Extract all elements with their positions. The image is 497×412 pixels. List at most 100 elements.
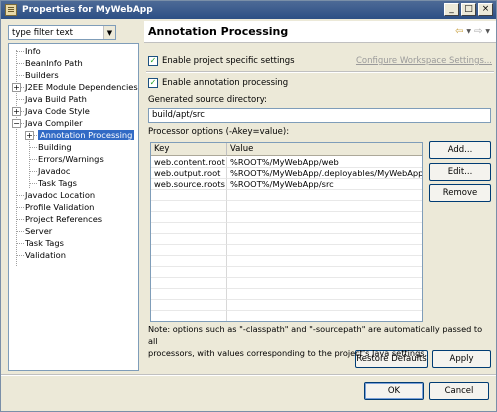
add-button[interactable]: Add...: [429, 141, 491, 159]
expand-icon[interactable]: +: [25, 131, 34, 140]
cell-value: [227, 289, 422, 300]
table-row[interactable]: web.source.roots %ROOT%/MyWebApp/src: [151, 179, 422, 190]
configure-workspace-link[interactable]: Configure Workspace Settings...: [356, 56, 492, 66]
cell-key: web.output.root: [151, 168, 227, 179]
sidebar-item[interactable]: Javadoc: [38, 165, 70, 177]
sidebar-item-label: Javadoc: [38, 166, 71, 176]
cell-value: [227, 234, 422, 245]
sidebar-item[interactable]: Validation: [25, 249, 66, 261]
cell-key: [151, 212, 227, 223]
enable-annotation-checkbox[interactable]: ✓: [148, 78, 158, 88]
sidebar-item[interactable]: Building: [38, 141, 72, 153]
sidebar-item[interactable]: Profile Validation: [25, 201, 94, 213]
cell-value: [227, 201, 422, 212]
expand-icon[interactable]: +: [12, 83, 21, 92]
sidebar-item[interactable]: Info: [25, 45, 41, 57]
filter-combo[interactable]: type filter text ▼: [8, 25, 116, 40]
cell-key: [151, 289, 227, 300]
back-arrow-icon[interactable]: ⇦: [455, 26, 463, 37]
sidebar-item[interactable]: Task Tags: [25, 237, 64, 249]
cell-key: web.content.root: [151, 157, 227, 168]
sidebar-item[interactable]: Project References: [25, 213, 102, 225]
sidebar-item-label: Building: [38, 142, 72, 152]
table-row: [151, 212, 422, 223]
cell-value: [227, 256, 422, 267]
ok-button[interactable]: OK: [364, 382, 424, 400]
note-text: Note: options such as "-classpath" and "…: [148, 323, 494, 359]
chevron-down-icon[interactable]: ▼: [485, 28, 490, 35]
expand-icon[interactable]: +: [12, 107, 21, 116]
sidebar-item-label: Annotation Processing: [38, 130, 135, 140]
property-tree[interactable]: Info BeanInfo Path Builders + J2EE Module De…: [8, 43, 139, 371]
maximize-button[interactable]: □: [461, 3, 476, 16]
sidebar-item[interactable]: Annotation Processing: [38, 129, 135, 141]
cell-value: [227, 300, 422, 311]
column-header-value[interactable]: Value: [227, 143, 422, 156]
sidebar-item[interactable]: Java Compiler: [25, 117, 83, 129]
table-row[interactable]: web.output.root %ROOT%/MyWebApp/.deployab…: [151, 168, 422, 179]
sidebar-item-label: Task Tags: [25, 238, 64, 248]
sidebar-item[interactable]: Java Build Path: [25, 93, 87, 105]
title-bar[interactable]: Properties for MyWebApp _ □ ×: [1, 1, 496, 19]
remove-button[interactable]: Remove: [429, 184, 491, 202]
cell-value: [227, 212, 422, 223]
sidebar-item[interactable]: Errors/Warnings: [38, 153, 104, 165]
table-row: [151, 234, 422, 245]
enable-project-settings-checkbox[interactable]: ✓: [148, 56, 158, 66]
note-line-1: Note: options such as "-classpath" and "…: [148, 324, 483, 346]
cell-value: [227, 267, 422, 278]
cell-value: %ROOT%/MyWebApp/.deployables/MyWebApp: [227, 168, 422, 179]
sidebar-item[interactable]: J2EE Module Dependencies: [25, 81, 138, 93]
close-button[interactable]: ×: [478, 3, 493, 16]
page-title: Annotation Processing: [148, 25, 289, 38]
sidebar-item-label: BeanInfo Path: [25, 58, 83, 68]
sidebar-item[interactable]: Builders: [25, 69, 59, 81]
edit-button[interactable]: Edit...: [429, 163, 491, 181]
cell-key: [151, 245, 227, 256]
cell-key: [151, 201, 227, 212]
sidebar-item[interactable]: Task Tags: [38, 177, 77, 189]
cell-key: [151, 267, 227, 278]
forward-arrow-icon[interactable]: ⇨: [474, 26, 482, 37]
table-row: [151, 300, 422, 311]
table-row: [151, 267, 422, 278]
cancel-button[interactable]: Cancel: [429, 382, 489, 400]
generated-dir-input[interactable]: build/apt/src: [148, 108, 491, 123]
enable-project-settings-label: Enable project specific settings: [162, 56, 295, 66]
sidebar-item-label: Java Compiler: [25, 118, 83, 128]
tree-connector: [30, 171, 37, 172]
chevron-down-icon[interactable]: ▼: [466, 28, 471, 35]
sidebar-item-label: Validation: [25, 250, 66, 260]
tree-connector: [17, 99, 24, 100]
tree-guide-line-child: [29, 134, 30, 188]
tree-connector: [17, 231, 24, 232]
minimize-button[interactable]: _: [444, 3, 459, 16]
cell-value: %ROOT%/MyWebApp/src: [227, 179, 422, 190]
table-row: [151, 278, 422, 289]
tree-connector: [17, 207, 24, 208]
tree-connector: [17, 51, 24, 52]
properties-dialog: Properties for MyWebApp _ □ × type filte…: [0, 0, 497, 412]
cell-key: [151, 223, 227, 234]
cell-key: web.source.roots: [151, 179, 227, 190]
tree-connector: [17, 255, 24, 256]
tree-connector: [17, 63, 24, 64]
cell-value: [227, 190, 422, 201]
cell-key: [151, 256, 227, 267]
sidebar-item-label: J2EE Module Dependencies: [25, 82, 138, 92]
tree-connector: [30, 183, 37, 184]
sidebar-item[interactable]: Java Code Style: [25, 105, 90, 117]
sidebar-item[interactable]: Javadoc Location: [25, 189, 95, 201]
processor-options-table[interactable]: Key Value web.content.root %ROOT%/MyWebAp…: [150, 142, 423, 322]
chevron-down-icon[interactable]: ▼: [103, 26, 115, 39]
table-row: [151, 311, 422, 321]
filter-input[interactable]: type filter text: [9, 28, 103, 38]
tree-connector: [30, 159, 37, 160]
sidebar-item[interactable]: Server: [25, 225, 52, 237]
footer-separator: [1, 374, 496, 376]
collapse-icon[interactable]: −: [12, 119, 21, 128]
column-header-key[interactable]: Key: [151, 143, 227, 156]
sidebar-item[interactable]: BeanInfo Path: [25, 57, 83, 69]
table-row[interactable]: web.content.root %ROOT%/MyWebApp/web: [151, 157, 422, 168]
cell-value: %ROOT%/MyWebApp/web: [227, 157, 422, 168]
